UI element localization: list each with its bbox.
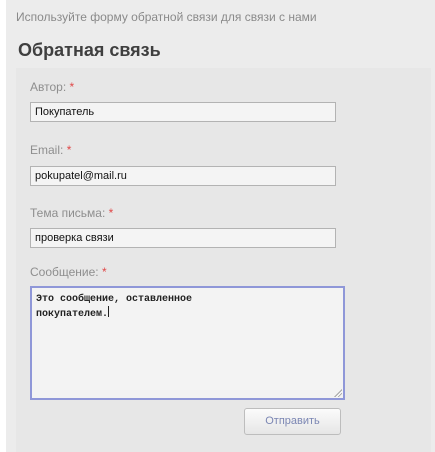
message-label: Сообщение: * <box>30 265 107 279</box>
author-required-marker: * <box>69 80 75 94</box>
message-text: Это сообщение, оставленное покупателем. <box>36 294 193 320</box>
author-label-text: Автор: <box>30 80 67 94</box>
text-caret <box>108 306 110 317</box>
subject-label: Тема письма: * <box>30 206 113 220</box>
message-required-marker: * <box>101 265 107 279</box>
feedback-form-container: Используйте форму обратной связи для свя… <box>6 0 435 452</box>
submit-button[interactable]: Отправить <box>244 408 341 435</box>
message-textarea[interactable]: Это сообщение, оставленное покупателем. <box>30 286 345 400</box>
author-input[interactable]: Покупатель <box>30 102 336 122</box>
subject-required-marker: * <box>108 206 114 220</box>
email-input[interactable]: pokupatel@mail.ru <box>30 166 336 186</box>
intro-text: Используйте форму обратной связи для свя… <box>16 10 317 24</box>
subject-label-text: Тема письма: <box>30 206 106 220</box>
form-title: Обратная связь <box>18 40 161 60</box>
email-label-text: Email: <box>30 143 64 157</box>
form-panel: Автор: * Покупатель Email: * pokupatel@m… <box>16 68 431 452</box>
subject-input[interactable]: проверка связи <box>30 228 336 248</box>
email-required-marker: * <box>66 143 72 157</box>
email-label: Email: * <box>30 143 71 157</box>
message-label-text: Сообщение: <box>30 265 99 279</box>
resize-handle-icon[interactable] <box>333 388 342 397</box>
author-label: Автор: * <box>30 80 74 94</box>
